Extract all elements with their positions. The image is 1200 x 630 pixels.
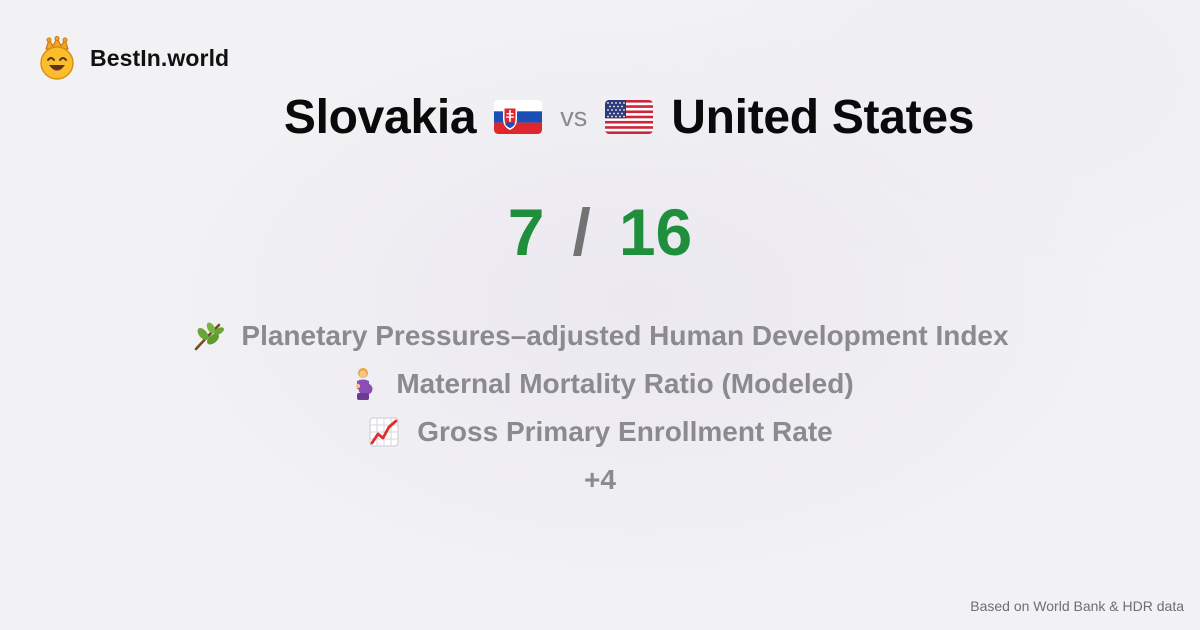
comparison-title: Slovakia vs United States (0, 86, 1200, 148)
more-metrics-count[interactable]: +4 (584, 456, 616, 504)
metrics-list: Planetary Pressures–adjusted Human Devel… (0, 312, 1200, 504)
herb-icon (195, 322, 225, 351)
score-country-b: 16 (618, 195, 693, 269)
brand[interactable]: BestIn.world (38, 36, 229, 80)
country-a-name[interactable]: Slovakia (284, 90, 477, 145)
slovakia-flag-icon (494, 100, 543, 134)
data-source-note: Based on World Bank & HDR data (970, 598, 1184, 614)
metric-item[interactable]: Maternal Mortality Ratio (Modeled) (346, 360, 854, 408)
metric-label: Gross Primary Enrollment Rate (417, 416, 833, 447)
metric-item[interactable]: Planetary Pressures–adjusted Human Devel… (191, 312, 1009, 360)
score-separator: / (572, 195, 591, 269)
brand-name: BestIn.world (90, 44, 230, 71)
score: 7 / 16 (0, 196, 1200, 268)
chart-increasing-icon (369, 417, 399, 447)
crowned-smiley-icon (40, 36, 74, 80)
vs-label: vs (560, 101, 588, 132)
united-states-flag-icon (605, 100, 654, 134)
metric-label: Maternal Mortality Ratio (Modeled) (396, 368, 854, 399)
score-country-a: 7 (507, 195, 545, 269)
metric-label: Planetary Pressures–adjusted Human Devel… (241, 320, 1009, 351)
country-b-name[interactable]: United States (671, 90, 974, 145)
pregnant-woman-icon (356, 368, 373, 400)
metric-item[interactable]: Gross Primary Enrollment Rate (367, 408, 833, 456)
